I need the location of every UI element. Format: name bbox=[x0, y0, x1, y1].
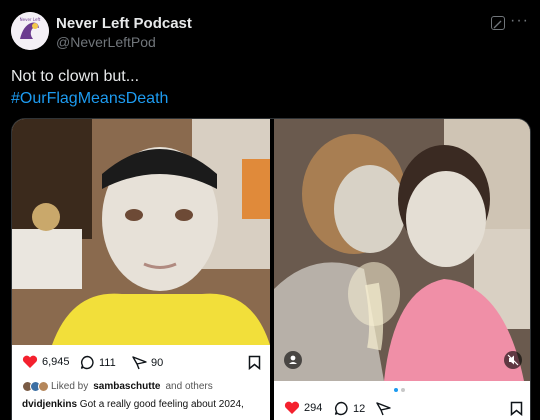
account-avatar[interactable]: Never Left bbox=[11, 12, 49, 50]
carousel-dots bbox=[394, 388, 405, 392]
bookmark-icon bbox=[510, 401, 523, 416]
caption-user[interactable]: dvidjenkins bbox=[22, 399, 77, 410]
like-button[interactable]: 6,945 bbox=[22, 355, 70, 369]
share-button[interactable] bbox=[376, 401, 391, 416]
comment-button[interactable]: 12 bbox=[334, 401, 365, 416]
tweet-text-line: Not to clown but... bbox=[11, 68, 140, 85]
photo-selfie-face-mask[interactable] bbox=[12, 119, 270, 345]
comment-count: 111 bbox=[99, 356, 116, 369]
person-tag-icon[interactable] bbox=[284, 351, 302, 369]
heart-icon bbox=[284, 401, 300, 414]
like-count: 6,945 bbox=[42, 356, 70, 368]
heart-icon bbox=[22, 355, 38, 368]
comment-icon bbox=[334, 401, 348, 416]
embedded-post-left[interactable]: 6,945 111 90 Liked by sambaschutte and o… bbox=[12, 119, 270, 420]
share-icon bbox=[132, 356, 147, 370]
right-post-actions: 294 12 bbox=[284, 401, 524, 419]
embedded-post-right[interactable]: 294 12 bbox=[274, 119, 530, 420]
account-name[interactable]: Never Left Podcast bbox=[56, 15, 192, 32]
mute-icon[interactable] bbox=[504, 351, 522, 369]
bookmark-icon bbox=[248, 355, 261, 370]
liked-by-prefix: Liked by bbox=[51, 381, 89, 392]
like-button[interactable]: 294 bbox=[284, 401, 322, 415]
hashtag-link[interactable]: #OurFlagMeansDeath bbox=[11, 88, 168, 110]
share-button[interactable]: 90 bbox=[132, 355, 163, 370]
liked-by-user[interactable]: sambaschutte bbox=[93, 381, 160, 392]
comment-button[interactable]: 111 bbox=[80, 355, 116, 370]
comment-count: 12 bbox=[353, 402, 366, 415]
left-post-actions: 6,945 111 90 bbox=[22, 355, 262, 373]
share-count: 90 bbox=[151, 356, 164, 369]
post-caption: dvidjenkins Got a really good feeling ab… bbox=[22, 399, 244, 410]
more-icon[interactable]: ··· bbox=[510, 12, 529, 30]
podcast-logo: Never Left bbox=[11, 12, 49, 50]
carousel-dot-active bbox=[394, 388, 398, 392]
tweet-header: Never Left Never Left Podcast @NeverLeft… bbox=[11, 12, 529, 52]
bookmark-button[interactable] bbox=[510, 401, 523, 416]
grok-icon[interactable] bbox=[491, 16, 505, 30]
caption-text: Got a really good feeling about 2024, bbox=[79, 399, 244, 410]
media-grid: 6,945 111 90 Liked by sambaschutte and o… bbox=[11, 118, 531, 420]
account-handle[interactable]: @NeverLeftPod bbox=[56, 34, 156, 50]
carousel-dot bbox=[401, 388, 405, 392]
liked-by-avatars bbox=[22, 381, 49, 392]
liked-by-suffix: and others bbox=[165, 381, 213, 392]
like-count: 294 bbox=[304, 402, 323, 414]
tweet-body: Not to clown but... #OurFlagMeansDeath bbox=[11, 66, 168, 110]
comment-icon bbox=[80, 355, 94, 370]
liked-by-row: Liked by sambaschutte and others bbox=[22, 381, 213, 392]
photo-couple-face-masks[interactable] bbox=[274, 119, 530, 381]
svg-text:Never Left: Never Left bbox=[20, 17, 41, 22]
share-icon bbox=[376, 402, 391, 416]
bookmark-button[interactable] bbox=[248, 355, 261, 370]
